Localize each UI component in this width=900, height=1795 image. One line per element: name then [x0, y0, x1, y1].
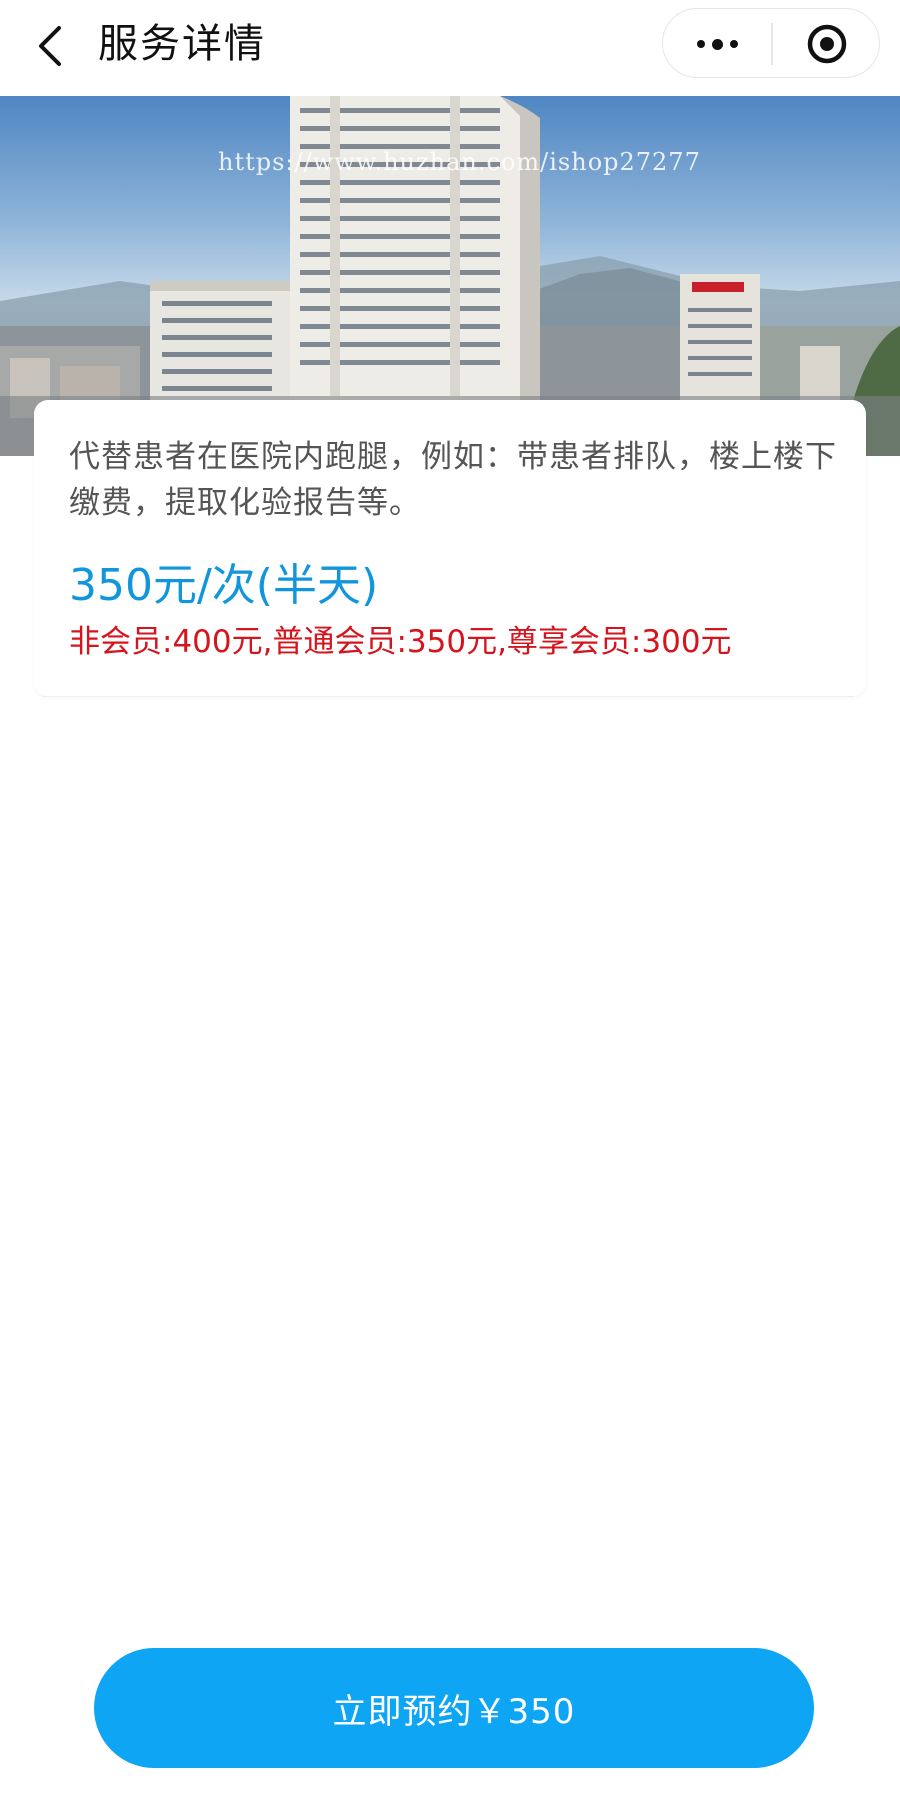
service-price: 350元/次(半天)	[69, 560, 379, 611]
more-dots-icon	[696, 40, 705, 48]
service-info-card: 代替患者在医院内跑腿，例如：带患者排队，楼上楼下缴费，提取化验报告等。 350元…	[34, 400, 866, 696]
mini-program-capsule	[662, 8, 880, 78]
chevron-left-icon	[39, 26, 61, 66]
member-price-list: 非会员:400元,普通会员:350元,尊享会员:300元	[69, 624, 732, 660]
navigation-bar: 服务详情	[0, 0, 900, 96]
target-circle-icon	[807, 24, 847, 64]
banner-watermark: https://www.huzhan.com/ishop27277	[218, 148, 701, 176]
card-divider	[42, 696, 854, 697]
more-button[interactable]	[663, 9, 771, 79]
book-now-button[interactable]: 立即预约￥350	[94, 1648, 814, 1768]
close-button[interactable]	[773, 9, 881, 79]
service-description: 代替患者在医院内跑腿，例如：带患者排队，楼上楼下缴费，提取化验报告等。	[69, 439, 837, 521]
back-button[interactable]	[28, 18, 72, 74]
page-title: 服务详情	[98, 21, 266, 67]
